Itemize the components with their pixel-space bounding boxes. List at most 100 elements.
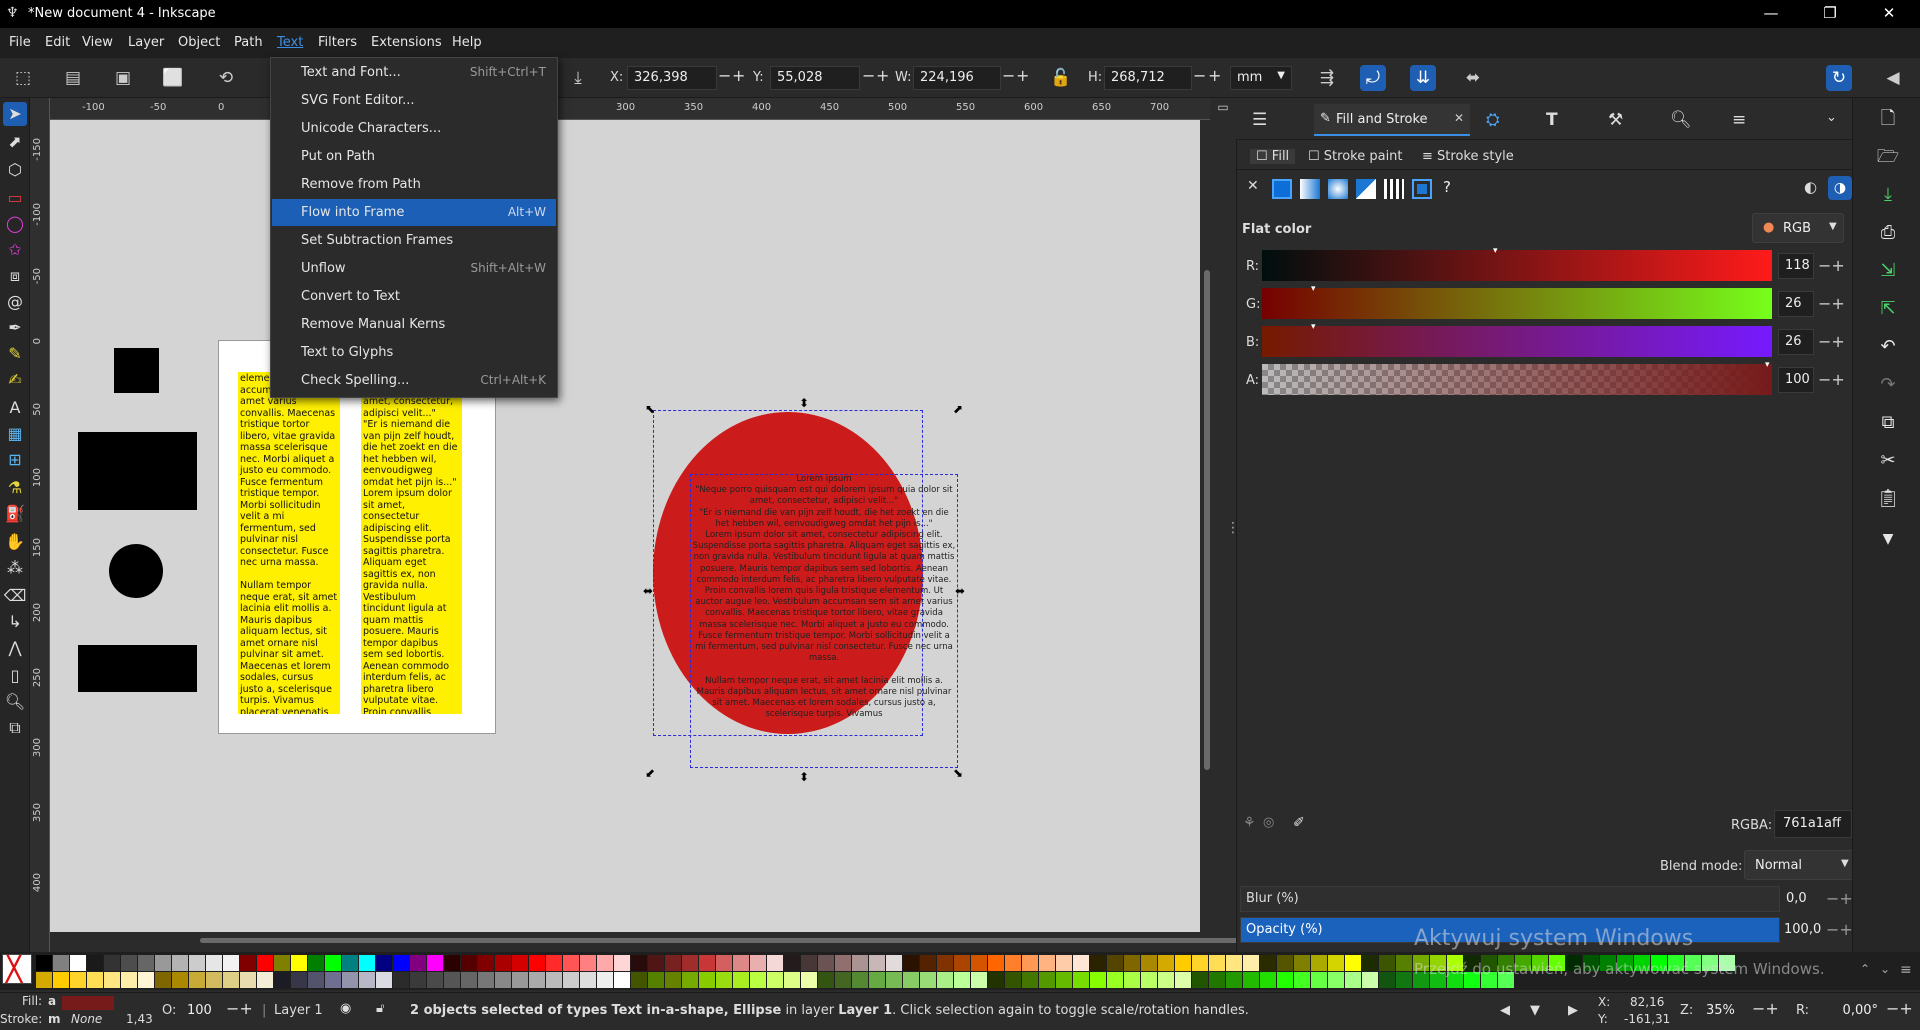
palette-swatch[interactable] [733, 972, 749, 988]
palette-swatch[interactable] [1056, 955, 1072, 971]
touch-select-icon[interactable]: ⬜ [160, 65, 186, 91]
flowed-text-column-2[interactable]: est qui dolorem ipsum quia dolor sit ame… [361, 372, 462, 714]
palette-swatch[interactable] [512, 972, 528, 988]
palette-swatch[interactable] [1311, 955, 1327, 971]
green-slider-marker[interactable]: ▾ [1311, 284, 1316, 294]
palette-swatch[interactable] [172, 955, 188, 971]
palette-swatch[interactable] [291, 955, 307, 971]
scale-handle-bottom-right[interactable]: ⬊ [953, 766, 963, 780]
palette-swatch[interactable] [1124, 955, 1140, 971]
rotate-field[interactable]: 0,00° [1820, 999, 1884, 1023]
palette-swatch[interactable] [325, 972, 341, 988]
palette-swatch[interactable] [359, 972, 375, 988]
deselect-icon[interactable]: ▣ [110, 65, 136, 91]
y-increment-button[interactable]: + [876, 66, 889, 85]
palette-swatch[interactable] [393, 955, 409, 971]
palette-swatch[interactable] [1022, 972, 1038, 988]
palette-swatch[interactable] [1107, 972, 1123, 988]
select-all-layers-icon[interactable]: ▤ [60, 65, 86, 91]
green-decrement-increment[interactable]: −+ [1818, 294, 1845, 313]
palette-swatch[interactable] [1328, 972, 1344, 988]
current-layer[interactable]: Layer 1 [274, 1003, 323, 1018]
palette-swatch[interactable] [87, 955, 103, 971]
menu-item-check-spelling[interactable]: Check Spelling... Ctrl+Alt+K [272, 367, 556, 394]
more-commands-icon[interactable]: ▼ [1875, 526, 1901, 552]
h-decrement-button[interactable]: − [1193, 66, 1206, 85]
menu-item-svg-font-editor[interactable]: SVG Font Editor... [272, 87, 556, 114]
find-tab-icon[interactable]: 🔍︎ [1670, 110, 1692, 130]
palette-swatch[interactable] [291, 972, 307, 988]
palette-swatch[interactable] [1090, 955, 1106, 971]
palette-swatch[interactable] [971, 972, 987, 988]
menu-item-put-on-path[interactable]: Put on Path [272, 143, 556, 170]
xml-editor-tab-icon[interactable]: ≡ [1732, 110, 1746, 130]
palette-swatch[interactable] [648, 955, 664, 971]
close-tab-icon[interactable]: ✕ [1454, 111, 1464, 125]
palette-swatch[interactable] [121, 955, 137, 971]
palette-swatch[interactable] [665, 955, 681, 971]
palette-swatch[interactable] [988, 972, 1004, 988]
palette-swatch[interactable] [1277, 972, 1293, 988]
tweak-tool-icon[interactable]: ✋ [3, 530, 27, 554]
blur-value[interactable]: 0,0 [1782, 886, 1824, 912]
snap-toggle-icon[interactable]: ↻ [1826, 65, 1852, 91]
palette-swatch[interactable] [342, 955, 358, 971]
palette-swatch[interactable] [138, 972, 154, 988]
palette-swatch[interactable] [1243, 955, 1259, 971]
flat-color-icon[interactable] [1272, 179, 1292, 199]
import-icon[interactable]: ⇲ [1875, 258, 1901, 284]
palette-swatch[interactable] [138, 955, 154, 971]
palette-swatch[interactable] [546, 972, 562, 988]
paste-icon[interactable]: 📋︎ [1875, 486, 1901, 512]
dropper-tool-icon[interactable]: ⚗ [3, 476, 27, 500]
new-document-icon[interactable]: 🗋 [1875, 106, 1901, 132]
no-paint-icon[interactable]: ✕ [1247, 178, 1259, 194]
palette-swatch[interactable] [818, 972, 834, 988]
palette-swatch[interactable] [87, 972, 103, 988]
lpe-tool-icon[interactable]: ⋀ [3, 636, 27, 660]
palette-swatch[interactable] [597, 972, 613, 988]
palette-scroll-down-icon[interactable]: ⌄ [1880, 962, 1890, 976]
radial-gradient-icon[interactable] [1328, 179, 1348, 199]
palette-swatch[interactable] [155, 955, 171, 971]
palette-swatch[interactable] [478, 972, 494, 988]
color-mode-select[interactable]: ● RGB ▼ [1752, 213, 1844, 243]
palette-swatch[interactable] [767, 955, 783, 971]
palette-swatch[interactable] [1073, 955, 1089, 971]
subtab-stroke-style[interactable]: ≡ Stroke style [1422, 149, 1514, 164]
cut-icon[interactable]: ✂ [1875, 448, 1901, 474]
opacity-decrement-increment[interactable]: −+ [1826, 920, 1853, 939]
palette-swatch[interactable] [36, 972, 52, 988]
node-tool-icon[interactable]: ⬈ [3, 130, 27, 154]
palette-swatch[interactable] [750, 955, 766, 971]
horizontal-scroll-thumb[interactable] [200, 938, 1250, 943]
palette-swatch[interactable] [36, 955, 52, 971]
shape-builder-icon[interactable]: ⬡ [3, 158, 27, 182]
palette-swatch[interactable] [1226, 972, 1242, 988]
page-prev-icon[interactable]: ◀ [1500, 1003, 1510, 1018]
palette-swatch[interactable] [1175, 972, 1191, 988]
stroke-width-value[interactable]: 1,43 [126, 1012, 153, 1026]
palette-swatch[interactable] [70, 972, 86, 988]
palette-swatch[interactable] [1362, 955, 1378, 971]
layer-lock-icon[interactable]: 🔓︎ [376, 1001, 384, 1016]
eraser-tool-icon[interactable]: ⌫ [3, 584, 27, 608]
rgba-input[interactable]: 761a1aff [1774, 810, 1852, 838]
calligraphy-tool-icon[interactable]: ✍ [3, 368, 27, 392]
palette-swatch[interactable] [1260, 972, 1276, 988]
tabs-overflow-icon[interactable]: ⌄ [1826, 110, 1837, 125]
blur-decrement-increment[interactable]: −+ [1826, 889, 1853, 908]
palette-swatch[interactable] [546, 955, 562, 971]
alpha-channel-value[interactable]: 100 [1778, 367, 1814, 393]
palette-scroll-up-icon[interactable]: ⌃ [1860, 962, 1870, 976]
palette-swatch[interactable] [444, 955, 460, 971]
palette-swatch[interactable] [172, 972, 188, 988]
blend-mode-select[interactable]: Normal ▼ [1744, 850, 1858, 880]
pen-tool-icon[interactable]: ✒ [3, 316, 27, 340]
out-of-gamut-icon[interactable]: ◎ [1263, 815, 1274, 830]
palette-swatch[interactable] [648, 972, 664, 988]
w-increment-button[interactable]: + [1016, 66, 1029, 85]
rotate-stepper[interactable]: −+ [1886, 999, 1913, 1018]
palette-swatch[interactable] [410, 955, 426, 971]
menu-file[interactable]: File [9, 35, 31, 50]
